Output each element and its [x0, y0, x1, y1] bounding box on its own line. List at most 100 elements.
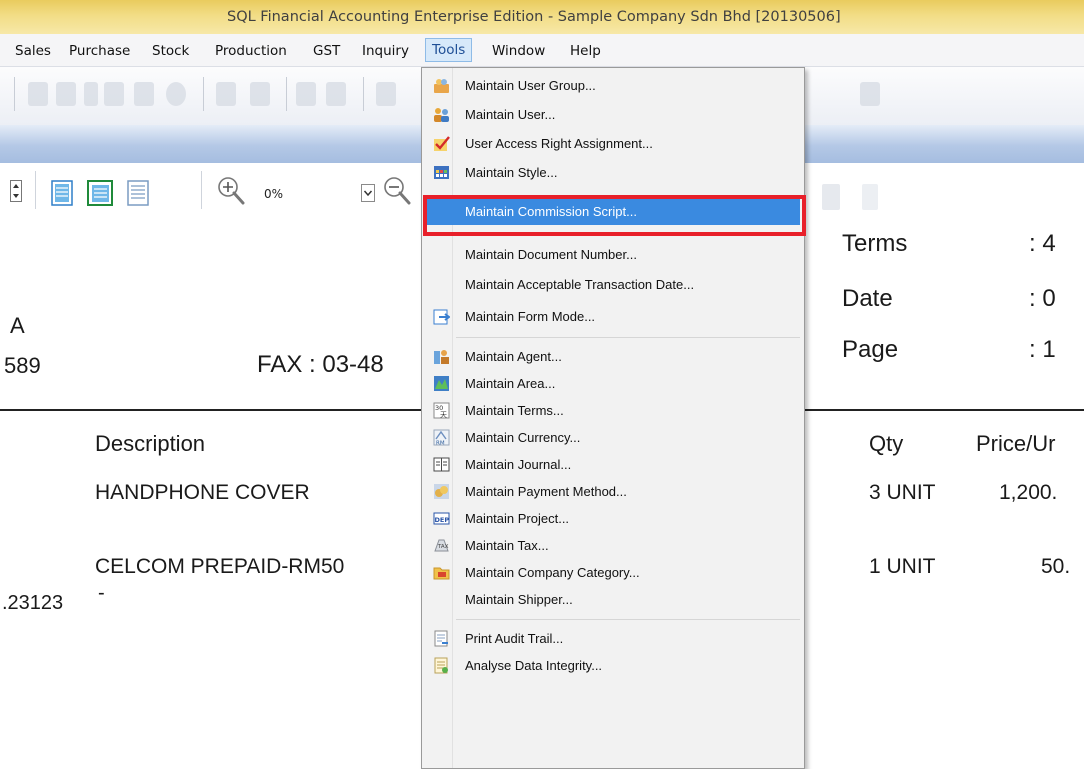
zoom-out-icon[interactable] — [383, 176, 411, 206]
menu-separator — [456, 337, 800, 338]
menu-item-acceptable-transaction-date[interactable]: Maintain Acceptable Transaction Date... — [424, 271, 800, 298]
menu-item-label: Maintain Payment Method... — [465, 484, 627, 499]
toolbar-separator — [363, 77, 364, 111]
row-qty: 3 UNIT — [869, 481, 936, 504]
menu-item-label: Maintain Acceptable Transaction Date... — [465, 277, 695, 292]
menu-gst[interactable]: GST — [313, 43, 340, 59]
menu-help[interactable]: Help — [570, 43, 601, 59]
tools-menu: Maintain User Group... Maintain User... … — [421, 67, 805, 769]
zoom-dropdown-icon[interactable] — [361, 184, 375, 202]
toolbar-separator-icon — [84, 82, 98, 106]
toolbar-find-icon[interactable] — [250, 82, 270, 106]
menu-item-maintain-user-group[interactable]: Maintain User Group... — [424, 72, 800, 99]
menu-item-maintain-shipper[interactable]: Maintain Shipper... — [424, 586, 800, 613]
toolbar-preview-icon[interactable] — [326, 82, 346, 106]
menu-item-maintain-currency[interactable]: RM Maintain Currency... — [424, 424, 800, 451]
menu-item-maintain-agent[interactable]: Maintain Agent... — [424, 343, 800, 370]
menu-item-label: Maintain User... — [465, 107, 556, 122]
window-title: SQL Financial Accounting Enterprise Edit… — [227, 9, 841, 25]
toolbar-new-icon[interactable] — [28, 82, 48, 106]
toolbar-refresh-icon[interactable] — [216, 82, 236, 106]
column-header-description: Description — [95, 431, 206, 456]
menu-production[interactable]: Production — [215, 43, 287, 59]
menu-item-label: Maintain Currency... — [465, 430, 581, 445]
menu-item-maintain-style[interactable]: Maintain Style... — [424, 159, 800, 186]
menu-item-maintain-document-number[interactable]: Maintain Document Number... — [424, 241, 800, 268]
menu-item-label: Maintain Style... — [465, 165, 558, 180]
menu-item-maintain-form-mode[interactable]: Maintain Form Mode... — [424, 303, 800, 330]
terms-label: Terms — [842, 230, 908, 257]
form-mode-icon — [433, 309, 450, 325]
date-label: Date — [842, 285, 893, 312]
toolbar-delete-icon[interactable] — [104, 82, 124, 106]
toolbar-cancel-icon[interactable] — [166, 82, 186, 106]
payment-method-icon — [434, 484, 449, 499]
user-group-icon — [434, 79, 449, 93]
serial-number-fragment: .23123 — [2, 592, 64, 614]
row-qty: 1 UNIT — [869, 555, 936, 578]
audit-trail-icon — [434, 630, 448, 647]
menu-item-maintain-payment-method[interactable]: Maintain Payment Method... — [424, 478, 800, 505]
menu-tools[interactable]: Tools — [425, 38, 473, 62]
company-name-fragment: A — [10, 313, 25, 338]
data-integrity-icon — [434, 657, 448, 674]
page-value: : 1 — [1029, 336, 1056, 363]
currency-icon: RM — [433, 429, 450, 446]
toolbar-separator — [203, 77, 204, 111]
toolbar-print-icon[interactable] — [296, 82, 316, 106]
svg-text:TAX: TAX — [437, 544, 449, 550]
menu-item-maintain-project[interactable]: DEP Maintain Project... — [424, 505, 800, 532]
toolbar-save-icon[interactable] — [134, 82, 154, 106]
toolbar-edit-icon[interactable] — [56, 82, 76, 106]
serial-dash: - — [98, 582, 105, 604]
menu-item-maintain-company-category[interactable]: Maintain Company Category... — [424, 559, 800, 586]
agent-icon — [434, 350, 449, 364]
svg-text:DEP: DEP — [435, 516, 450, 524]
journal-icon — [433, 457, 450, 472]
zoom-in-icon[interactable] — [217, 176, 245, 206]
toolbar-export-icon[interactable] — [376, 82, 396, 106]
svg-text:RM: RM — [436, 441, 445, 447]
row-description: CELCOM PREPAID-RM50 — [95, 555, 345, 578]
preview-export-icon[interactable] — [822, 184, 840, 210]
preview-close-icon[interactable] — [862, 184, 878, 210]
page-width-icon[interactable] — [87, 180, 113, 206]
menu-item-maintain-tax[interactable]: TAX Maintain Tax... — [424, 532, 800, 559]
menu-item-maintain-terms[interactable]: 30 天 Maintain Terms... — [424, 397, 800, 424]
tax-icon: TAX — [434, 539, 449, 552]
menu-item-user-access-right[interactable]: User Access Right Assignment... — [424, 130, 800, 157]
menu-purchase[interactable]: Purchase — [69, 43, 130, 59]
area-icon — [434, 376, 449, 391]
menu-item-maintain-journal[interactable]: Maintain Journal... — [424, 451, 800, 478]
project-icon: DEP — [433, 512, 450, 525]
menu-bar: Sales Purchase Stock Production GST Inqu… — [0, 34, 1084, 67]
page-label: Page — [842, 336, 899, 363]
phone-fragment: 589 — [4, 353, 41, 378]
menu-item-maintain-commission-script[interactable]: Maintain Commission Script... — [424, 198, 800, 225]
toolbar-separator — [14, 77, 15, 111]
style-grid-icon — [434, 166, 449, 179]
menu-item-label: Print Audit Trail... — [465, 631, 564, 646]
menu-item-maintain-area[interactable]: Maintain Area... — [424, 370, 800, 397]
column-header-qty: Qty — [869, 431, 904, 456]
fax-number: FAX : 03-48 — [257, 351, 384, 378]
column-header-price: Price/Ur — [976, 431, 1056, 456]
menu-stock[interactable]: Stock — [152, 43, 189, 59]
menu-item-label: Maintain Company Category... — [465, 565, 640, 580]
menu-item-maintain-user[interactable]: Maintain User... — [424, 101, 800, 128]
menu-item-label: Maintain Shipper... — [465, 592, 573, 607]
menu-sales[interactable]: Sales — [15, 43, 51, 59]
single-page-icon[interactable] — [51, 180, 73, 206]
zoom-level: 0% — [264, 187, 284, 201]
toolbar-separator — [286, 77, 287, 111]
menu-item-print-audit-trail[interactable]: Print Audit Trail... — [424, 625, 800, 652]
preview-separator — [35, 171, 36, 209]
menu-inquiry[interactable]: Inquiry — [362, 43, 409, 59]
menu-item-analyse-data-integrity[interactable]: Analyse Data Integrity... — [424, 652, 800, 679]
menu-window[interactable]: Window — [492, 43, 545, 59]
page-spin-icon[interactable] — [10, 180, 22, 202]
row-price: 50. — [1041, 555, 1071, 578]
toolbar-close-icon[interactable] — [860, 82, 880, 106]
menu-item-label: Maintain Journal... — [465, 457, 572, 472]
full-page-icon[interactable] — [127, 180, 149, 206]
